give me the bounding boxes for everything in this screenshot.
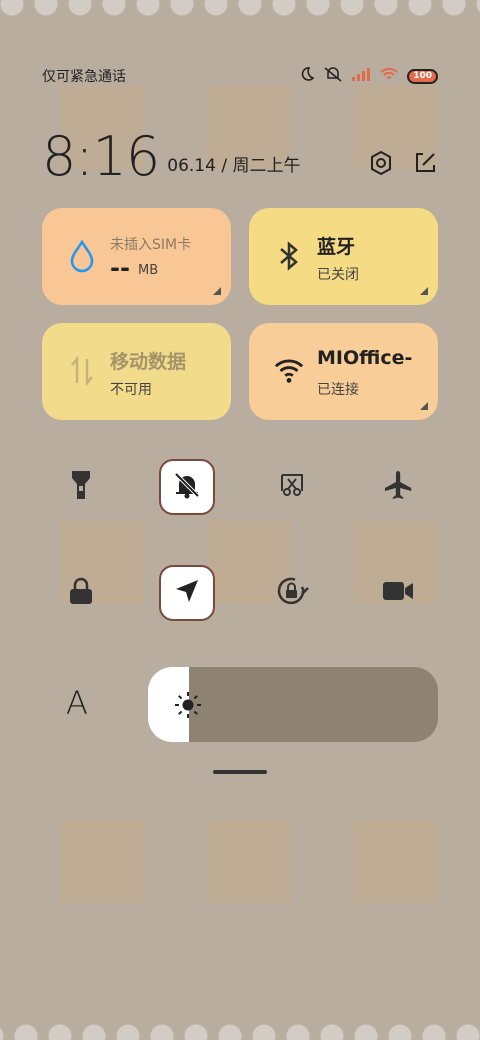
clock-row: 8:16 06.14 / 周二上午 [42,122,438,184]
flashlight-icon [69,469,93,505]
status-bar: 仅可紧急通话 100 [42,62,438,90]
toggle-lock-screen[interactable] [53,565,109,621]
lock-icon [68,577,94,609]
status-icons: 100 [299,66,438,86]
drag-handle[interactable] [213,770,267,774]
bluetooth-icon [273,240,305,272]
wallpaper-tile [60,820,144,904]
gear-icon [368,150,394,180]
battery-icon: 100 [407,68,438,84]
clock-time: 8:16 [42,125,160,188]
lace-decoration-bottom [0,994,480,1040]
tile-data-usage-sub: 未插入SIM卡 [110,237,192,253]
tile-data-usage-unit: MB [138,263,159,278]
tile-wifi-title: MIOffice- [317,347,413,369]
wallpaper-tile [354,820,438,904]
toggle-airplane-mode[interactable] [370,459,426,515]
signal-icon [351,67,371,85]
mobile-data-icon [66,355,98,387]
video-camera-icon [382,579,414,607]
tile-mobile-data[interactable]: 移动数据 不可用 [42,323,231,420]
wifi-icon [273,355,305,387]
settings-button[interactable] [368,150,394,180]
expand-corner-icon [420,402,428,410]
moon-icon [299,66,315,86]
mute-icon [323,66,343,86]
toggle-screenshot[interactable] [264,459,320,515]
wifi-icon [379,67,399,85]
clock-date: 06.14 / 周二上午 [167,156,301,176]
location-arrow-icon [173,577,201,609]
mute-bell-icon [172,470,202,504]
edit-button[interactable] [412,152,438,178]
airplane-icon [382,469,414,505]
toggle-location[interactable] [159,565,215,621]
expand-corner-icon [213,287,221,295]
tile-bluetooth-sub: 已关闭 [317,267,359,283]
auto-brightness-button[interactable]: A [66,684,88,722]
water-drop-icon [66,239,98,273]
tile-bluetooth[interactable]: 蓝牙 已关闭 [249,208,438,305]
tile-data-usage-value: -- [110,254,130,282]
brightness-slider[interactable] [148,667,438,742]
sun-icon [174,691,202,723]
tile-data-usage[interactable]: 未插入SIM卡 -- MB [42,208,231,305]
edit-icon [413,151,437,179]
screenshot-scissors-icon [278,471,306,503]
tile-mobile-data-title: 移动数据 [110,351,187,373]
tile-mobile-data-sub: 不可用 [110,382,152,398]
toggle-screen-record[interactable] [370,565,426,621]
lace-decoration-top [0,0,480,46]
carrier-text: 仅可紧急通话 [42,69,126,85]
tile-wifi[interactable]: MIOffice- 已连接 [249,323,438,420]
rotation-lock-icon [275,575,309,611]
expand-corner-icon [420,287,428,295]
toggle-rotation-lock[interactable] [264,565,320,621]
toggle-mute[interactable] [159,459,215,515]
tile-bluetooth-title: 蓝牙 [317,236,356,258]
toggle-flashlight[interactable] [53,459,109,515]
wallpaper-tile [207,820,291,904]
tile-wifi-sub: 已连接 [317,382,359,398]
